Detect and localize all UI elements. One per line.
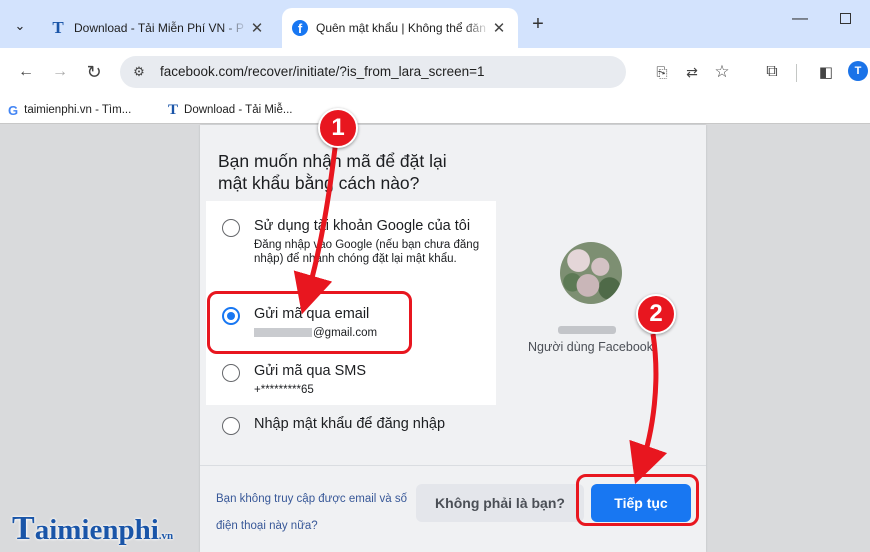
t-logo-icon: T <box>168 102 179 118</box>
recover-question: Bạn muốn nhận mã để đặt lại mật khẩu bằn… <box>218 151 447 193</box>
side-panel-icon[interactable]: ◧ <box>814 60 838 84</box>
site-settings-icon[interactable]: ⚙ <box>130 63 148 81</box>
maximize-icon[interactable] <box>840 13 851 24</box>
redacted-user-name <box>558 326 616 334</box>
masked-phone: +*********65 <box>254 384 314 396</box>
option-description: Đăng nhập vào Google (nếu bạn chưa đăng … <box>254 239 480 265</box>
bookmarks-bar: G taimienphi.vn - Tìm... T Download - Tả… <box>0 96 870 124</box>
radio-sms[interactable] <box>222 364 240 382</box>
facebook-icon: f <box>292 20 308 36</box>
bookmark-label: taimienphi.vn - Tìm... <box>24 104 132 116</box>
translate-icon[interactable]: ⇄ <box>680 60 704 84</box>
install-app-icon[interactable]: ⎘ <box>650 60 674 84</box>
avatar <box>560 242 622 304</box>
tab-download[interactable]: T Download - Tải Miễn Phí VN - P ✕ <box>40 8 276 48</box>
not-you-button[interactable]: Không phải là bạn? <box>416 484 584 522</box>
option-password[interactable]: Nhập mật khẩu để đăng nhập <box>222 415 445 435</box>
highlight-email-option <box>207 291 412 354</box>
url-text: facebook.com/recover/initiate/?is_from_l… <box>160 64 485 79</box>
address-bar[interactable]: ⚙ facebook.com/recover/initiate/?is_from… <box>120 56 626 88</box>
bookmark-taimienphi[interactable]: G taimienphi.vn - Tìm... <box>8 101 131 119</box>
taimienphi-watermark: Taimienphi.vn <box>12 510 174 547</box>
tab-title: Download - Tải Miễn Phí VN - P <box>74 21 244 35</box>
profile-avatar[interactable]: T <box>848 61 868 81</box>
back-arrow-icon[interactable]: ← <box>14 60 38 84</box>
toolbar-divider <box>796 64 797 82</box>
radio-google[interactable] <box>222 219 240 237</box>
tab-facebook-recover[interactable]: f Quên mật khẩu | Không thể đăn ✕ <box>282 8 518 48</box>
step-badge-1: 1 <box>318 108 358 148</box>
tab-strip: ⌄ T Download - Tải Miễn Phí VN - P ✕ f Q… <box>0 0 870 48</box>
page-content: Bạn muốn nhận mã để đặt lại mật khẩu bằn… <box>0 125 870 552</box>
t-logo-icon: T <box>52 18 64 37</box>
bookmark-download[interactable]: T Download - Tải Miễ... <box>168 101 292 119</box>
option-label: Sử dụng tài khoản Google của tôi <box>254 218 471 234</box>
bookmark-star-icon[interactable]: ☆ <box>710 60 734 84</box>
minimize-icon[interactable]: — <box>792 10 808 28</box>
no-access-link[interactable]: Bạn không truy cập được email và số điện… <box>216 486 416 540</box>
user-label: Người dùng Facebook <box>528 340 653 354</box>
extensions-icon[interactable]: ⧉ <box>760 60 784 84</box>
tab-title: Quên mật khẩu | Không thể đăn <box>316 21 486 35</box>
tab-search-chevron-icon[interactable]: ⌄ <box>8 14 32 38</box>
step-badge-2: 2 <box>636 294 676 334</box>
reload-icon[interactable]: ↻ <box>82 60 106 84</box>
browser-toolbar: ← → ↻ ⚙ facebook.com/recover/initiate/?i… <box>0 48 870 96</box>
option-sms[interactable]: Gửi mã qua SMS +*********65 <box>222 362 366 397</box>
highlight-continue-button <box>576 474 699 526</box>
radio-password[interactable] <box>222 417 240 435</box>
google-icon: G <box>8 102 19 118</box>
close-icon[interactable]: ✕ <box>490 19 508 37</box>
bookmark-label: Download - Tải Miễ... <box>184 104 293 116</box>
forward-arrow-icon[interactable]: → <box>48 60 72 84</box>
option-label: Nhập mật khẩu để đăng nhập <box>254 416 446 432</box>
option-google[interactable]: Sử dụng tài khoản Google của tôi Đăng nh… <box>222 217 490 266</box>
option-label: Gửi mã qua SMS <box>254 363 367 379</box>
close-icon[interactable]: ✕ <box>248 19 266 37</box>
new-tab-plus-icon[interactable]: + <box>526 13 550 37</box>
